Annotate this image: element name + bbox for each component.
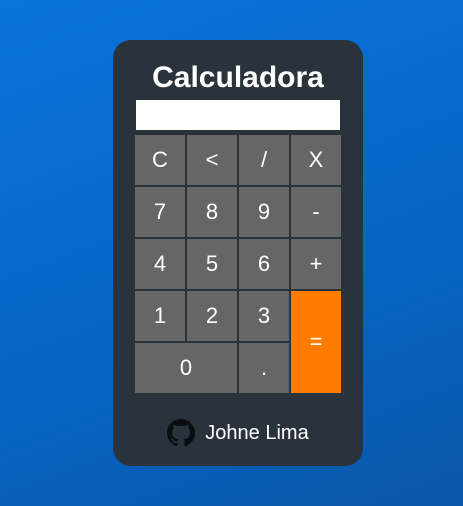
digit-2-button[interactable]: 2 [186, 290, 238, 342]
digit-6-button[interactable]: 6 [238, 238, 290, 290]
digit-1-button[interactable]: 1 [134, 290, 186, 342]
digit-8-button[interactable]: 8 [186, 186, 238, 238]
backspace-button[interactable]: < [186, 134, 238, 186]
equals-button[interactable]: = [290, 290, 342, 394]
divide-button[interactable]: / [238, 134, 290, 186]
decimal-button[interactable]: . [238, 342, 290, 394]
clear-button[interactable]: C [134, 134, 186, 186]
plus-button[interactable]: + [290, 238, 342, 290]
digit-7-button[interactable]: 7 [134, 186, 186, 238]
github-icon [167, 419, 196, 447]
minus-button[interactable]: - [290, 186, 342, 238]
digit-3-button[interactable]: 3 [238, 290, 290, 342]
digit-4-button[interactable]: 4 [134, 238, 186, 290]
author-name: Johne Lima [205, 421, 309, 444]
app-title: Calculadora [152, 61, 324, 94]
multiply-button[interactable]: X [290, 134, 342, 186]
footer-credit[interactable]: Johne Lima [113, 418, 363, 448]
calculator-card: Calculadora C < / X 7 8 9 - 4 5 6 + 1 2 … [113, 40, 363, 466]
digit-0-button[interactable]: 0 [134, 342, 238, 394]
display-input[interactable] [136, 100, 340, 130]
digit-9-button[interactable]: 9 [238, 186, 290, 238]
digit-5-button[interactable]: 5 [186, 238, 238, 290]
keypad: C < / X 7 8 9 - 4 5 6 + 1 2 3 = 0 . [134, 134, 342, 394]
